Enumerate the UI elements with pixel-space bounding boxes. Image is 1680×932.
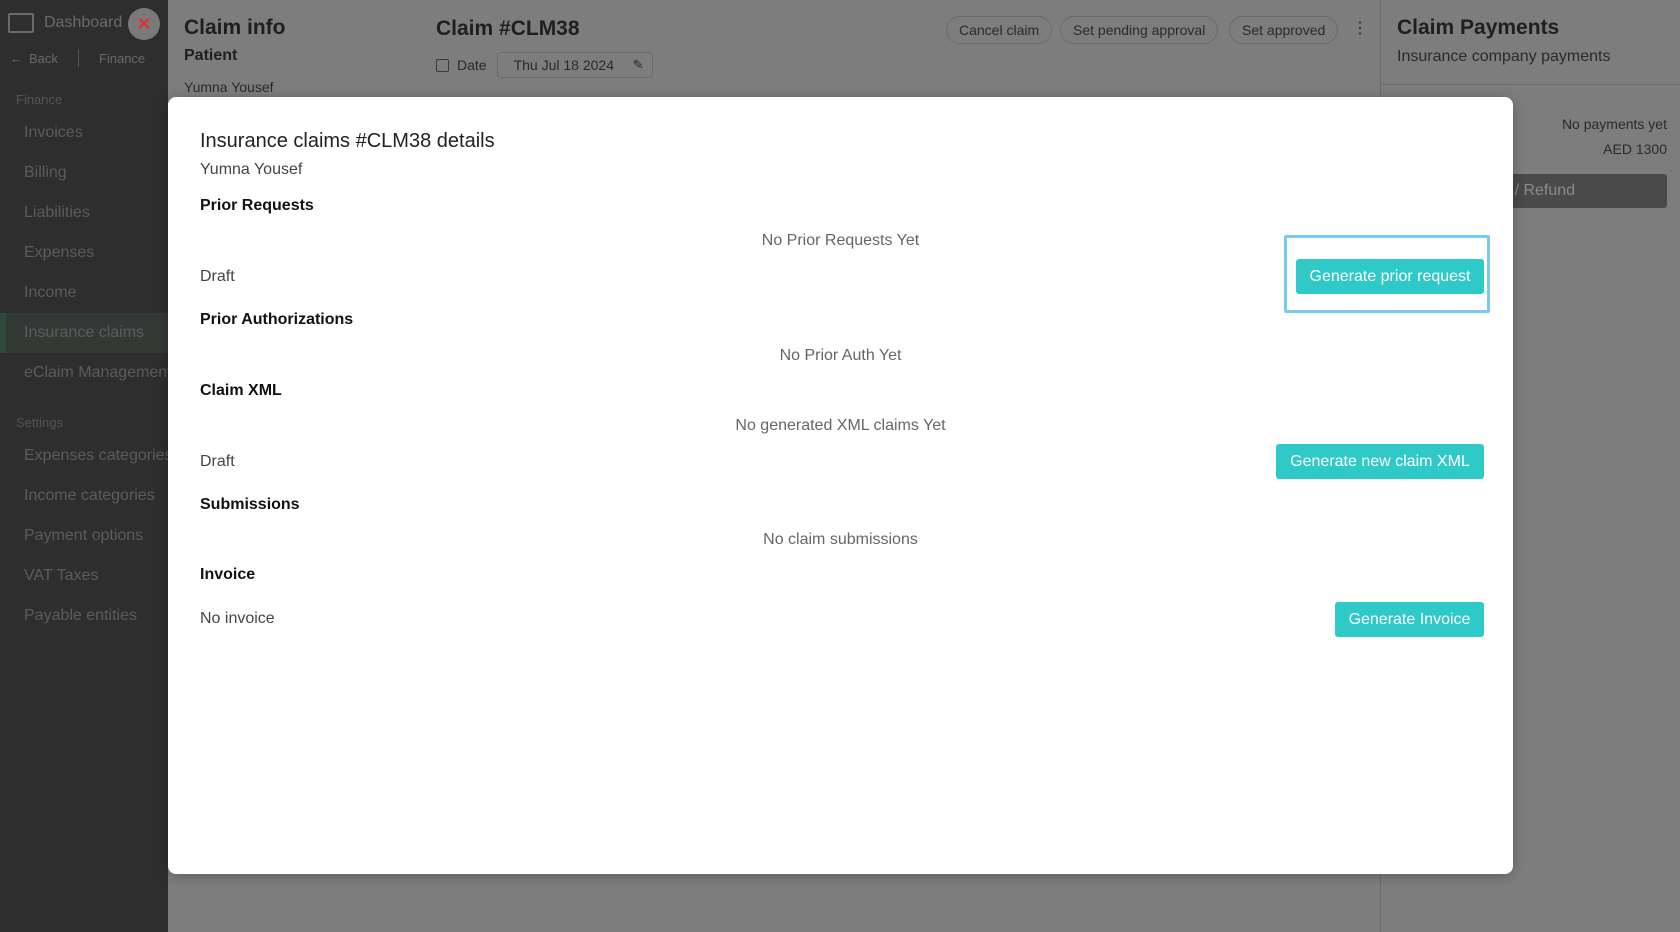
sidebar-item-expenses-categories[interactable]: Expenses categories <box>0 436 168 476</box>
payments-subtitle: Insurance company payments <box>1397 48 1611 65</box>
pencil-icon[interactable]: ✎ <box>633 57 644 73</box>
modal-patient-name: Yumna Yousef <box>200 161 303 178</box>
sidebar-title: Dashboard <box>44 14 123 31</box>
sidebar-section-settings: Settings <box>16 415 63 430</box>
claim-xml-status: Draft <box>200 453 235 470</box>
cancel-claim-button[interactable]: Cancel claim <box>946 16 1053 44</box>
prior-auth-empty: No Prior Auth Yet <box>779 347 902 364</box>
payments-empty: No payments yet <box>1561 116 1667 132</box>
payments-amount: AED 1300 <box>1603 141 1667 157</box>
invoice-status: No invoice <box>200 610 275 627</box>
sidebar-item-billing[interactable]: Billing <box>0 153 168 193</box>
book-icon <box>8 13 34 33</box>
generate-invoice-button[interactable]: Generate Invoice <box>1335 602 1484 637</box>
claim-xml-heading: Claim XML <box>200 382 282 399</box>
sidebar: Dashboard ✕ ← Back Finance Finance Invoi… <box>0 0 168 932</box>
date-value: Thu Jul 18 2024 <box>513 57 614 73</box>
payments-title: Claim Payments <box>1397 16 1560 39</box>
divider <box>1381 84 1680 85</box>
modal-title: Insurance claims #CLM38 details <box>200 130 495 152</box>
prior-requests-status: Draft <box>200 268 235 285</box>
calendar-icon <box>436 58 449 72</box>
sidebar-item-income[interactable]: Income <box>0 273 168 313</box>
sidebar-item-liabilities[interactable]: Liabilities <box>0 193 168 233</box>
payment-refund-button[interactable]: Payment / Refund <box>1509 174 1667 208</box>
date-field[interactable]: Thu Jul 18 2024 ✎ <box>496 52 653 78</box>
more-options-icon[interactable]: ⋮ <box>1352 18 1368 38</box>
sidebar-item-payment-options[interactable]: Payment options <box>0 516 168 556</box>
sidebar-item-income-categories[interactable]: Income categories <box>0 476 168 516</box>
breadcrumb[interactable]: Finance <box>99 51 145 66</box>
sidebar-section-finance: Finance <box>16 92 63 107</box>
claim-info-title: Claim info <box>184 16 286 39</box>
sidebar-item-eclaim-management[interactable]: eClaim Management <box>0 353 168 393</box>
back-link[interactable]: Back <box>29 51 58 66</box>
invoice-heading: Invoice <box>200 566 256 583</box>
prior-requests-heading: Prior Requests <box>200 197 314 214</box>
generate-prior-request-button[interactable]: Generate prior request <box>1296 259 1484 294</box>
back-arrow-icon[interactable]: ← <box>10 51 23 66</box>
sidebar-item-vat-taxes[interactable]: VAT Taxes <box>0 556 168 596</box>
claim-title: Claim #CLM38 <box>436 17 580 40</box>
generate-claim-xml-button[interactable]: Generate new claim XML <box>1276 444 1484 479</box>
sidebar-item-insurance-claims[interactable]: Insurance claims <box>0 313 168 353</box>
submissions-heading: Submissions <box>200 496 300 513</box>
date-row: Date Thu Jul 18 2024 ✎ <box>436 52 653 78</box>
claim-details-modal: Insurance claims #CLM38 details Yumna Yo… <box>168 97 1513 874</box>
prior-authorizations-heading: Prior Authorizations <box>200 311 354 328</box>
sidebar-nav: ← Back Finance <box>0 46 168 70</box>
set-pending-approval-button[interactable]: Set pending approval <box>1060 16 1219 44</box>
sidebar-item-invoices[interactable]: Invoices <box>0 113 168 153</box>
divider <box>77 49 79 67</box>
payment-refund-label: Payment / Refund <box>1509 182 1576 199</box>
claim-xml-empty: No generated XML claims Yet <box>735 417 946 434</box>
sidebar-item-payable-entities[interactable]: Payable entities <box>0 596 168 636</box>
set-approved-button[interactable]: Set approved <box>1229 16 1339 44</box>
date-label: Date <box>457 57 487 73</box>
close-icon[interactable]: ✕ <box>128 8 160 40</box>
patient-name: Yumna Yousef <box>184 79 274 95</box>
claim-info-subtitle: Patient <box>184 47 238 64</box>
submissions-empty: No claim submissions <box>763 531 918 548</box>
sidebar-item-expenses[interactable]: Expenses <box>0 233 168 273</box>
